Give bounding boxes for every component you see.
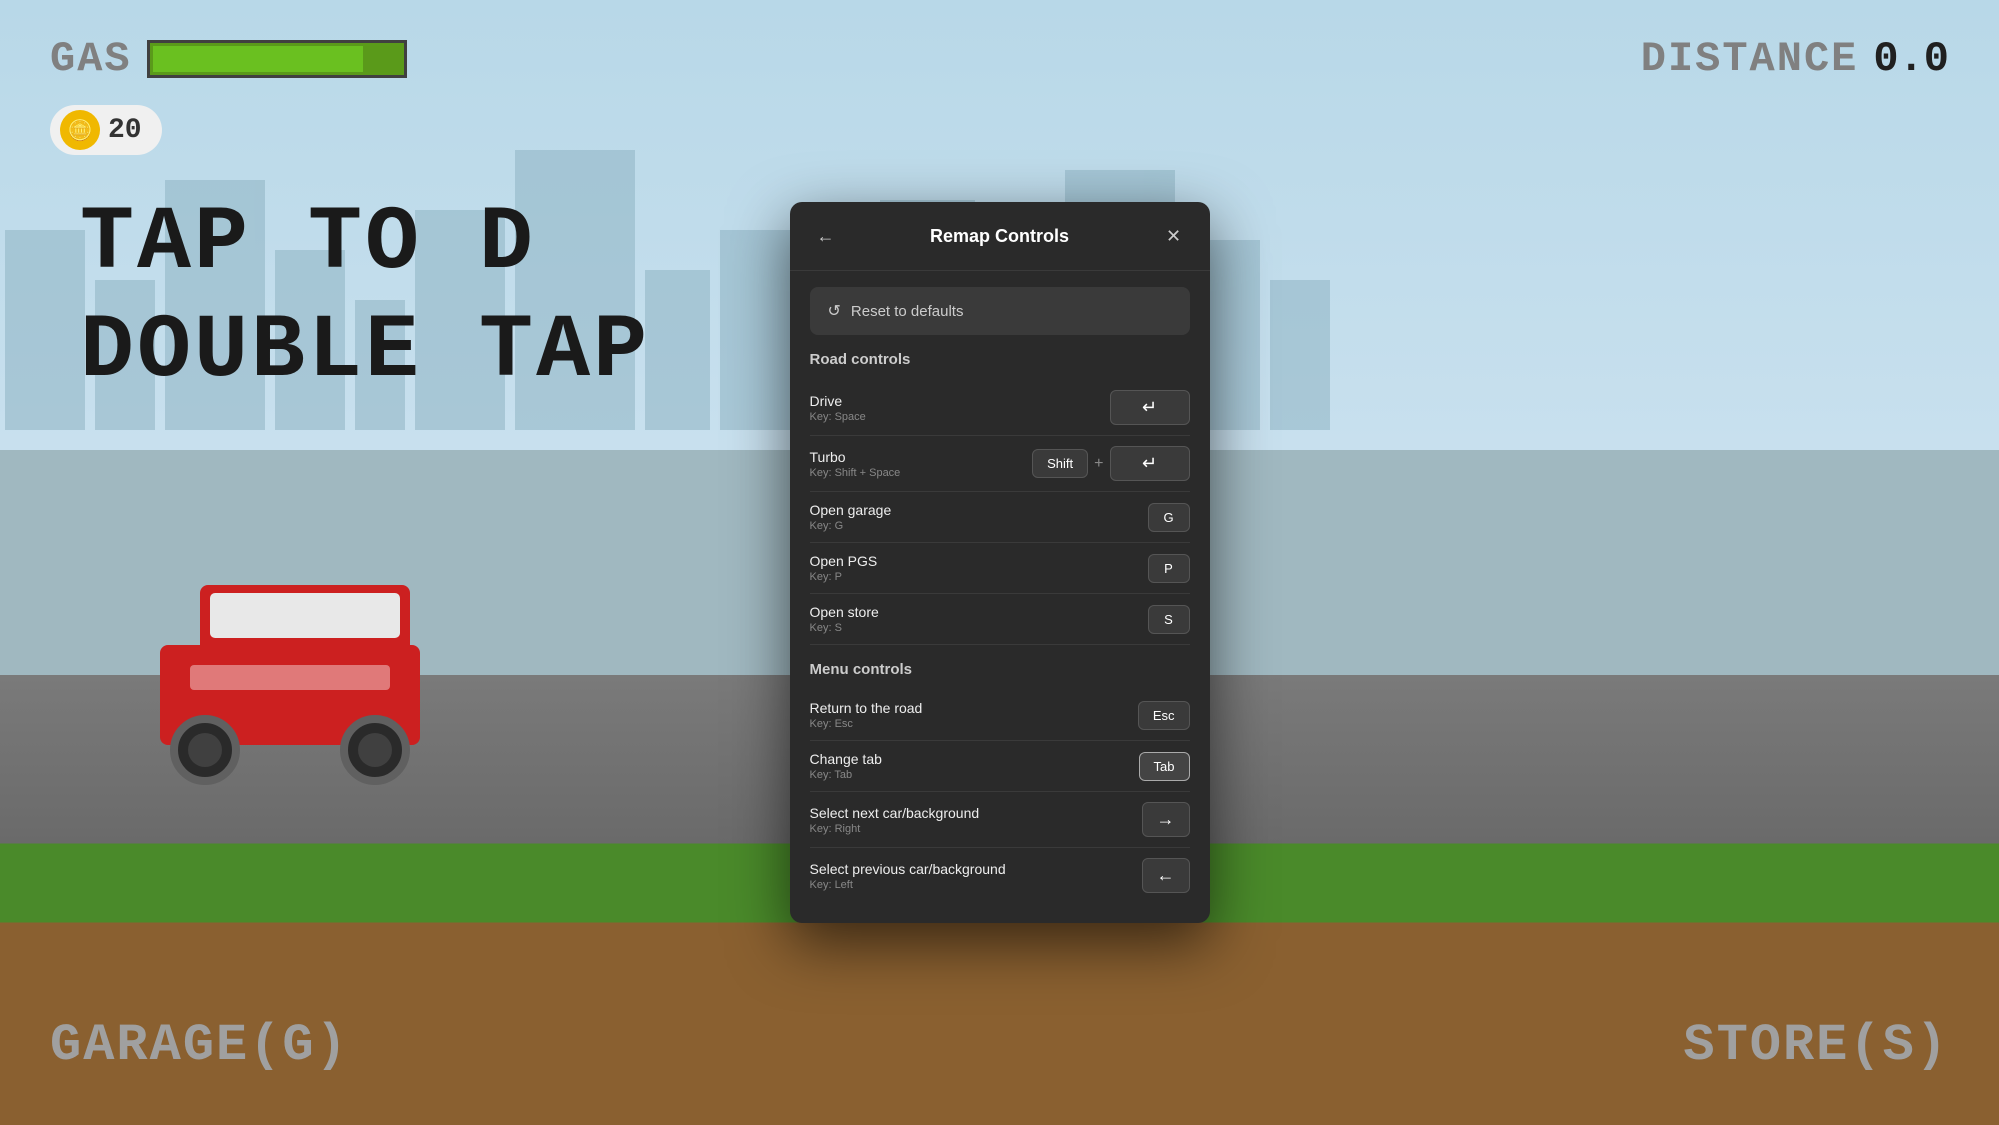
control-row-tab: Change tab Key: Tab Tab (810, 741, 1190, 792)
control-keys-garage: G (1148, 503, 1190, 532)
key-button-garage-g[interactable]: G (1148, 503, 1190, 532)
control-row-prev: Select previous car/background Key: Left… (810, 848, 1190, 903)
control-keys-next: → (1142, 802, 1190, 837)
control-info-next: Select next car/background Key: Right (810, 805, 1142, 835)
key-button-turbo-shift[interactable]: Shift (1032, 449, 1088, 478)
control-keys-store: S (1148, 605, 1190, 634)
reset-defaults-button[interactable]: ↺ Reset to defaults (810, 287, 1190, 335)
control-keys-return: Esc (1138, 701, 1190, 730)
control-name-prev: Select previous car/background (810, 861, 1142, 877)
control-name-return: Return to the road (810, 700, 1138, 716)
remap-controls-modal: ← Remap Controls ✕ ↺ Reset to defaults R… (790, 202, 1210, 923)
control-name-store: Open store (810, 604, 1148, 620)
control-key-garage: Key: G (810, 520, 1148, 532)
control-row-turbo: Turbo Key: Shift + Space Shift + ↵ (810, 436, 1190, 492)
control-info-pgs: Open PGS Key: P (810, 553, 1148, 583)
reset-label: Reset to defaults (851, 303, 964, 320)
control-row-garage: Open garage Key: G G (810, 492, 1190, 543)
control-keys-drive: ↵ (1110, 390, 1190, 425)
key-button-return-esc[interactable]: Esc (1138, 701, 1190, 730)
control-info-store: Open store Key: S (810, 604, 1148, 634)
control-key-return: Key: Esc (810, 718, 1138, 730)
control-name-next: Select next car/background (810, 805, 1142, 821)
control-key-drive: Key: Space (810, 411, 1110, 423)
key-button-tab-tab[interactable]: Tab (1139, 752, 1190, 781)
reset-icon: ↺ (828, 301, 841, 321)
control-row-drive: Drive Key: Space ↵ (810, 380, 1190, 436)
modal-overlay: ← Remap Controls ✕ ↺ Reset to defaults R… (0, 0, 1999, 1125)
key-button-pgs-p[interactable]: P (1148, 554, 1190, 583)
key-button-next-right[interactable]: → (1142, 802, 1190, 837)
control-row-return: Return to the road Key: Esc Esc (810, 690, 1190, 741)
control-key-tab: Key: Tab (810, 769, 1139, 781)
control-info-tab: Change tab Key: Tab (810, 751, 1139, 781)
modal-title: Remap Controls (842, 226, 1158, 247)
control-row-pgs: Open PGS Key: P P (810, 543, 1190, 594)
control-name-garage: Open garage (810, 502, 1148, 518)
key-button-prev-left[interactable]: ← (1142, 858, 1190, 893)
control-key-next: Key: Right (810, 823, 1142, 835)
control-info-garage: Open garage Key: G (810, 502, 1148, 532)
control-row-store: Open store Key: S S (810, 594, 1190, 645)
key-button-turbo-space[interactable]: ↵ (1110, 446, 1190, 481)
control-row-next: Select next car/background Key: Right → (810, 792, 1190, 848)
modal-body: ↺ Reset to defaults Road controls Drive … (790, 271, 1210, 923)
control-keys-turbo: Shift + ↵ (1032, 446, 1189, 481)
key-plus-turbo: + (1094, 455, 1103, 473)
key-button-store-s[interactable]: S (1148, 605, 1190, 634)
control-name-pgs: Open PGS (810, 553, 1148, 569)
control-name-drive: Drive (810, 393, 1110, 409)
control-keys-pgs: P (1148, 554, 1190, 583)
control-key-prev: Key: Left (810, 879, 1142, 891)
road-controls-header: Road controls (810, 351, 1190, 368)
control-info-turbo: Turbo Key: Shift + Space (810, 449, 1033, 479)
control-info-prev: Select previous car/background Key: Left (810, 861, 1142, 891)
control-keys-prev: ← (1142, 858, 1190, 893)
control-name-tab: Change tab (810, 751, 1139, 767)
control-key-store: Key: S (810, 622, 1148, 634)
control-key-turbo: Key: Shift + Space (810, 467, 1033, 479)
modal-header: ← Remap Controls ✕ (790, 202, 1210, 271)
control-name-turbo: Turbo (810, 449, 1033, 465)
control-keys-tab: Tab (1139, 752, 1190, 781)
menu-controls-header: Menu controls (810, 661, 1190, 678)
control-info-drive: Drive Key: Space (810, 393, 1110, 423)
control-key-pgs: Key: P (810, 571, 1148, 583)
control-info-return: Return to the road Key: Esc (810, 700, 1138, 730)
key-button-drive-space[interactable]: ↵ (1110, 390, 1190, 425)
modal-back-button[interactable]: ← (810, 220, 842, 252)
modal-close-button[interactable]: ✕ (1158, 220, 1190, 252)
